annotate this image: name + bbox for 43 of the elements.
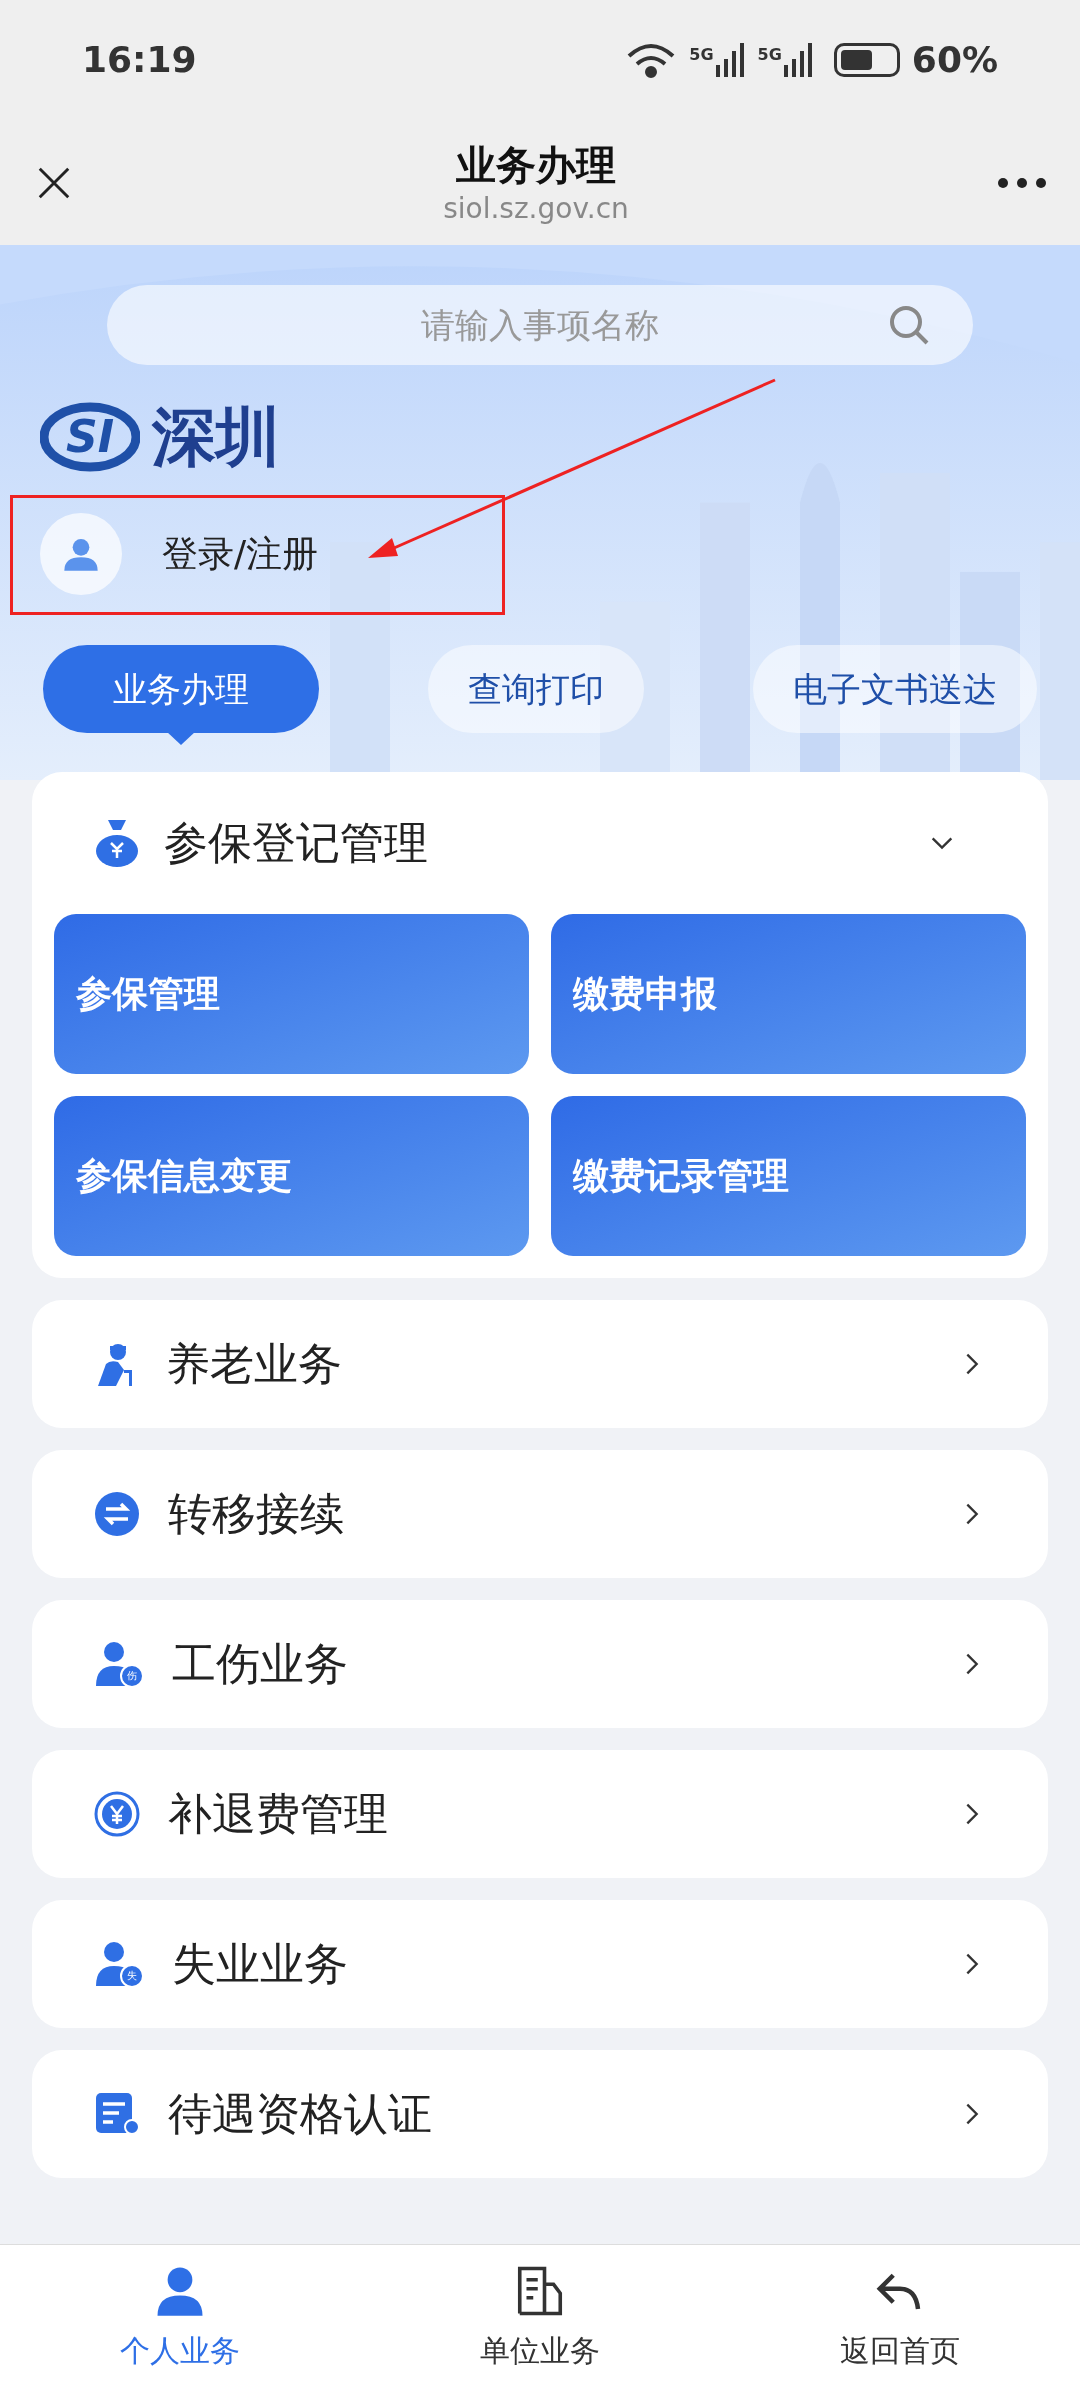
badge-label: 失	[120, 1964, 144, 1988]
service-tile[interactable]: 缴费记录管理	[551, 1096, 1026, 1256]
login-link[interactable]: 登录/注册	[162, 527, 319, 581]
menu-item[interactable]: 转移接续	[32, 1450, 1048, 1578]
menu-item[interactable]: 失 失业业务	[32, 1900, 1048, 2028]
menu-item-label: 失业业务	[172, 1937, 349, 1991]
logo-text: 深圳	[152, 399, 280, 476]
menu-item[interactable]: 待遇资格认证	[32, 2050, 1048, 2178]
nav-tab[interactable]: 返回首页	[720, 2245, 1080, 2392]
menu-item-label: 转移接续	[168, 1487, 345, 1541]
signal-icon	[715, 43, 746, 77]
menu-item[interactable]: 伤 工伤业务	[32, 1600, 1048, 1728]
more-icon	[997, 176, 1047, 189]
tab-pointer-icon	[166, 731, 196, 745]
page-url: siol.sz.gov.cn	[443, 190, 629, 227]
tab[interactable]: 查询打印	[428, 645, 644, 733]
network-label: 5G	[689, 44, 714, 66]
battery-percent: 60%	[911, 38, 998, 82]
menu-item[interactable]: 补退费管理	[32, 1750, 1048, 1878]
service-tile[interactable]: 缴费申报	[551, 914, 1026, 1074]
status-time: 16:19	[82, 38, 197, 82]
tab[interactable]: 电子文书送达	[753, 645, 1037, 733]
menu-item-label: 补退费管理	[168, 1787, 389, 1841]
service-tile[interactable]: 参保信息变更	[54, 1096, 529, 1256]
money-bag-icon	[94, 818, 140, 868]
search-field[interactable]: 请输入事项名称	[107, 285, 973, 365]
signal-icon	[783, 43, 814, 77]
refund-icon	[94, 1791, 140, 1837]
network-label: 5G	[757, 44, 782, 66]
battery-icon	[833, 43, 900, 77]
menu-item[interactable]: 养老业务	[32, 1300, 1048, 1428]
badge-label: 伤	[120, 1664, 144, 1688]
tab[interactable]: 业务办理	[43, 645, 319, 733]
menu-item-label: 工伤业务	[172, 1637, 349, 1691]
menu-item-label: 养老业务	[166, 1337, 343, 1391]
menu-item-label: 待遇资格认证	[168, 2087, 433, 2141]
logo-emblem: SI	[40, 402, 140, 472]
page-title: 业务办理	[456, 140, 616, 190]
service-tile[interactable]: 参保管理	[54, 914, 529, 1074]
section-title: 参保登记管理	[164, 816, 429, 870]
transfer-icon	[94, 1491, 140, 1537]
nav-tab[interactable]: 个人业务	[0, 2245, 360, 2392]
nav-tab[interactable]: 单位业务	[360, 2245, 720, 2392]
